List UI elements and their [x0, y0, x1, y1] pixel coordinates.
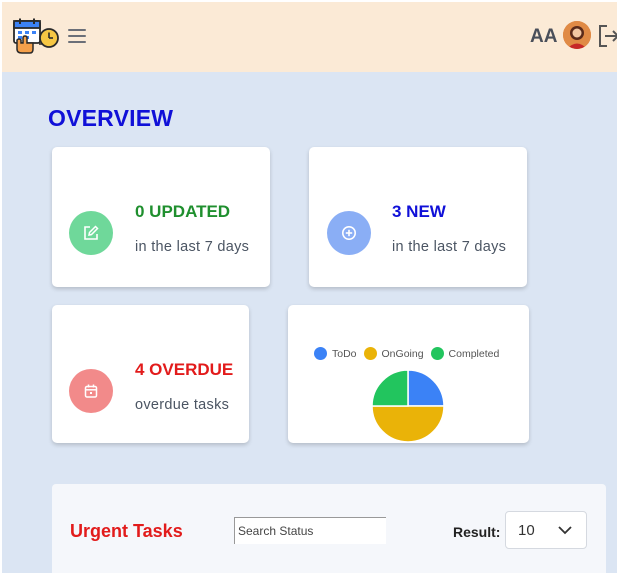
top-bar: AA [2, 2, 617, 72]
user-avatar[interactable] [563, 21, 591, 49]
urgent-tasks-panel: Urgent Tasks Result: 10 [52, 484, 606, 573]
legend-label: Completed [448, 347, 500, 360]
calendar-clock-logo[interactable] [11, 18, 63, 54]
search-status-input[interactable] [234, 517, 386, 544]
legend-swatch [314, 347, 327, 360]
status-chart-card: ToDo OnGoing Completed [288, 305, 529, 443]
logout-icon[interactable] [597, 22, 617, 50]
status-pie-chart [371, 369, 445, 443]
calendar-icon [69, 369, 113, 413]
updated-count: 0 UPDATED [135, 202, 231, 221]
overdue-card[interactable]: 4 OVERDUE overdue tasks [52, 305, 249, 443]
pie-slice-ongoing[interactable] [371, 405, 445, 443]
overdue-desc: overdue tasks [135, 397, 230, 413]
new-desc: in the last 7 days [392, 239, 507, 255]
app-root: AA OVERVIEW 0 UPDATED in the last 7 days… [2, 2, 617, 573]
user-initials: AA [530, 26, 558, 47]
legend-item-todo[interactable]: ToDo [314, 347, 357, 360]
legend-swatch [430, 347, 444, 360]
new-count: 3 NEW [392, 202, 446, 221]
result-count-select[interactable]: 10 [505, 511, 587, 549]
pie-slice-todo[interactable] [407, 369, 445, 407]
overview-title: OVERVIEW [48, 105, 174, 131]
updated-desc: in the last 7 days [135, 239, 250, 255]
edit-icon [69, 211, 113, 255]
urgent-tasks-title: Urgent Tasks [70, 521, 183, 541]
result-count-value: 10 [518, 522, 535, 539]
hamburger-menu-icon[interactable] [68, 29, 86, 45]
plus-circle-icon [327, 211, 371, 255]
legend-item-ongoing[interactable]: OnGoing [363, 347, 424, 360]
overdue-count: 4 OVERDUE [135, 360, 234, 379]
new-card[interactable]: 3 NEW in the last 7 days [309, 147, 527, 287]
legend-label: OnGoing [381, 347, 424, 360]
legend-swatch [363, 347, 377, 360]
chevron-down-icon [558, 526, 572, 535]
updated-card[interactable]: 0 UPDATED in the last 7 days [52, 147, 270, 287]
legend-item-completed[interactable]: Completed [430, 347, 500, 360]
chart-legend: ToDo OnGoing Completed [314, 347, 506, 360]
pie-slice-completed[interactable] [371, 369, 409, 407]
legend-label: ToDo [332, 347, 357, 360]
result-label: Result: [453, 524, 501, 540]
